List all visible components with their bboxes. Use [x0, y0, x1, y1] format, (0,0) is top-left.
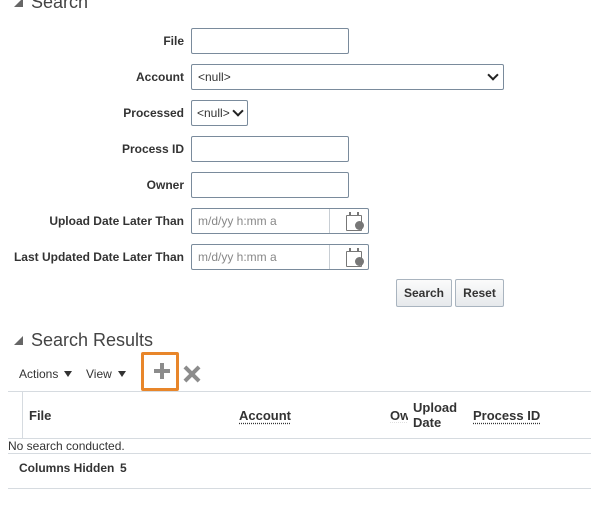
table-body-border: [8, 453, 591, 454]
divider: [329, 245, 330, 269]
dropdown-arrow-icon: [64, 371, 73, 377]
delete-button[interactable]: [183, 365, 201, 383]
owner-label: Owner: [146, 178, 184, 192]
add-button[interactable]: [141, 352, 179, 391]
processed-label: Processed: [123, 106, 184, 120]
owner-input[interactable]: [191, 172, 349, 198]
close-icon: [183, 365, 201, 383]
calendar-icon[interactable]: [344, 248, 366, 268]
account-select-value: <null>: [198, 70, 231, 84]
upload-date-field[interactable]: m/d/yy h:mm a: [191, 208, 369, 234]
file-label: File: [163, 34, 184, 48]
table-footer-border: [8, 488, 591, 489]
column-header-upload-date[interactable]: Upload Date: [413, 400, 465, 430]
results-section-title: Search Results: [31, 330, 154, 350]
results-section-header[interactable]: Search Results: [14, 330, 153, 351]
upload-date-label: Upload Date Later Than: [49, 214, 184, 228]
column-header-owner[interactable]: Ow: [390, 408, 408, 423]
search-button[interactable]: Search: [396, 279, 452, 307]
chevron-down-icon: [232, 105, 244, 117]
actions-menu-label: Actions: [19, 367, 59, 381]
view-menu-label: View: [86, 367, 112, 381]
last-updated-field[interactable]: m/d/yy h:mm a: [191, 244, 369, 270]
last-updated-label: Last Updated Date Later Than: [13, 250, 184, 264]
empty-table-message: No search conducted.: [8, 439, 125, 453]
account-select[interactable]: <null>: [191, 64, 504, 90]
columns-hidden-count: 5: [120, 461, 127, 475]
account-label: Account: [136, 70, 184, 84]
column-header-process-id[interactable]: Process ID: [473, 408, 540, 423]
column-divider: [22, 392, 23, 438]
search-section-title: Search: [31, 0, 89, 12]
calendar-icon[interactable]: [344, 212, 366, 232]
upload-date-placeholder: m/d/yy h:mm a: [198, 214, 277, 228]
actions-menu[interactable]: Actions: [19, 367, 73, 381]
process-id-label: Process ID: [121, 142, 184, 156]
view-menu[interactable]: View: [86, 367, 126, 381]
search-section-header[interactable]: Search: [14, 0, 88, 13]
reset-button[interactable]: Reset: [455, 279, 504, 307]
last-updated-placeholder: m/d/yy h:mm a: [198, 250, 277, 264]
column-header-file[interactable]: File: [29, 408, 51, 423]
processed-select[interactable]: <null>: [191, 100, 248, 126]
processed-select-value: <null>: [197, 106, 230, 120]
columns-hidden-label: Columns Hidden: [19, 461, 115, 475]
plus-icon: [154, 363, 170, 379]
chevron-down-icon: [487, 69, 499, 81]
process-id-input[interactable]: [191, 136, 349, 162]
column-header-account[interactable]: Account: [239, 408, 291, 423]
divider: [329, 209, 330, 233]
file-input[interactable]: [191, 28, 349, 54]
collapse-triangle-icon[interactable]: [14, 0, 23, 7]
collapse-triangle-icon[interactable]: [14, 336, 23, 345]
table-top-border: [8, 391, 591, 392]
dropdown-arrow-icon: [117, 371, 126, 377]
